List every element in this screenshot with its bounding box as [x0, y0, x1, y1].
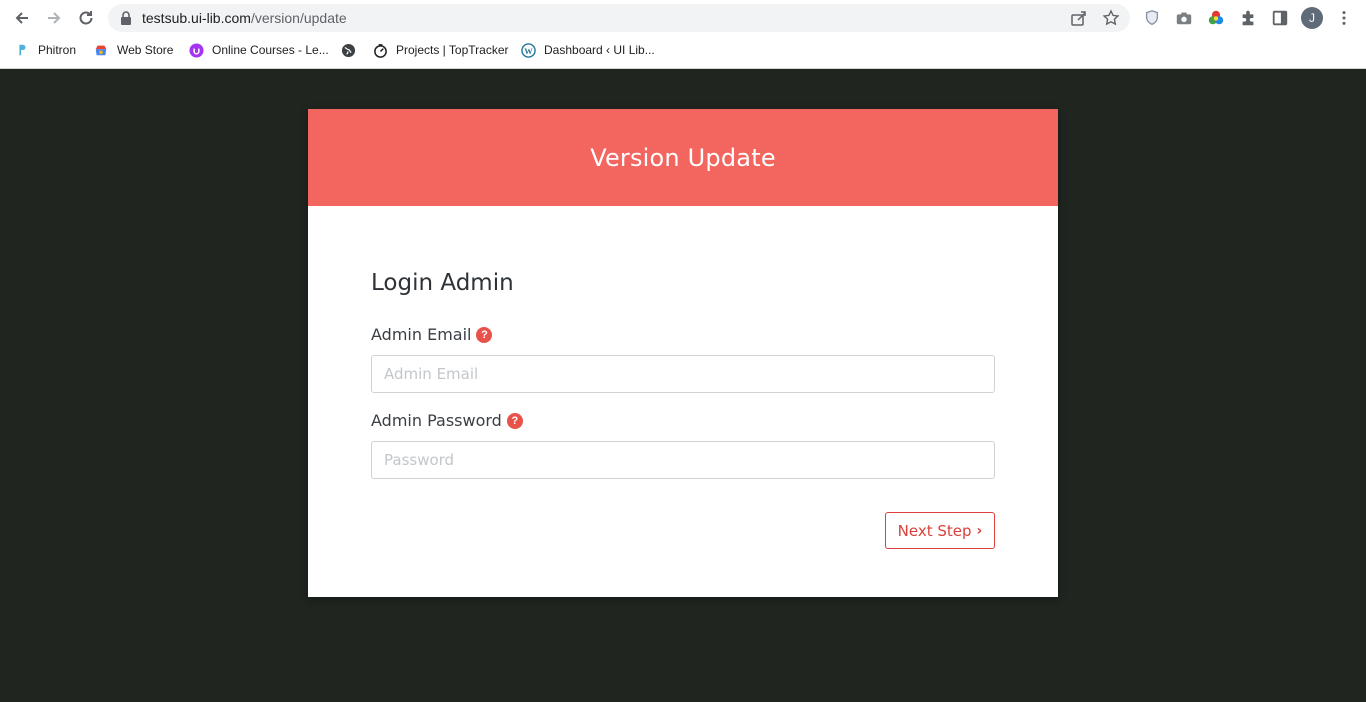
- phitron-icon: [14, 42, 30, 58]
- lock-icon: [121, 11, 131, 25]
- profile-avatar[interactable]: J: [1301, 7, 1323, 29]
- page-title: Version Update: [590, 143, 776, 172]
- side-panel-icon[interactable]: [1270, 8, 1290, 28]
- email-label: Admin Email ?: [371, 325, 493, 344]
- forward-arrow-icon: [48, 12, 61, 24]
- bookmark-label: Online Courses - Le...: [212, 43, 329, 57]
- email-field[interactable]: [371, 355, 995, 393]
- extension-shield-icon[interactable]: [1142, 8, 1162, 28]
- password-field[interactable]: [371, 441, 995, 479]
- bookmark-label: Web Store: [117, 43, 174, 57]
- extensions-puzzle-icon[interactable]: [1238, 8, 1258, 28]
- camera-icon[interactable]: [1174, 8, 1194, 28]
- url-path: /version/update: [250, 10, 347, 26]
- bookmark-globe[interactable]: [340, 41, 364, 59]
- card-header: Version Update: [308, 109, 1058, 206]
- browser-toolbar: testsub.ui-lib.com/version/update J: [0, 0, 1366, 36]
- globe-icon: [340, 42, 356, 58]
- bookmark-web-store[interactable]: Web Store: [93, 41, 173, 59]
- browser-chrome: testsub.ui-lib.com/version/update J Phit…: [0, 0, 1366, 69]
- bookmark-online-courses[interactable]: Online Courses - Le...: [188, 41, 329, 59]
- email-label-text: Admin Email: [371, 325, 472, 344]
- version-update-card: Version Update Login Admin Admin Email ?…: [308, 109, 1058, 597]
- bookmark-phitron[interactable]: Phitron: [14, 41, 76, 59]
- section-title: Login Admin: [371, 270, 514, 296]
- email-help-icon[interactable]: ?: [476, 326, 493, 343]
- password-help-icon[interactable]: ?: [506, 412, 523, 429]
- udemy-icon: [188, 42, 204, 58]
- bookmark-label: Projects | TopTracker: [396, 43, 509, 57]
- next-step-button[interactable]: Next Step ›: [885, 512, 995, 549]
- password-label-text: Admin Password: [371, 411, 502, 430]
- bookmark-label: Dashboard ‹ UI Lib...: [544, 43, 655, 57]
- bookmarks-bar: Phitron Web Store Online Courses - Le...…: [0, 36, 1366, 64]
- bookmark-dashboard[interactable]: W Dashboard ‹ UI Lib...: [520, 41, 655, 59]
- back-button[interactable]: [10, 6, 34, 30]
- address-bar[interactable]: testsub.ui-lib.com/version/update: [108, 4, 1130, 32]
- next-step-label: Next Step: [897, 521, 972, 540]
- wordpress-icon: W: [520, 42, 536, 58]
- share-icon[interactable]: [1070, 9, 1088, 27]
- bookmark-toptracker[interactable]: Projects | TopTracker: [372, 41, 509, 59]
- bookmark-label: Phitron: [38, 43, 77, 57]
- back-arrow-icon: [15, 12, 28, 24]
- kebab-menu-icon[interactable]: [1334, 8, 1354, 28]
- color-picker-icon[interactable]: [1206, 8, 1226, 28]
- forward-button[interactable]: [42, 6, 66, 30]
- web-store-icon: [93, 42, 109, 58]
- bookmark-star-icon[interactable]: [1102, 9, 1120, 27]
- reload-icon: [79, 11, 93, 25]
- reload-button[interactable]: [74, 6, 98, 30]
- chevron-right-icon: ›: [976, 522, 983, 539]
- password-label: Admin Password ?: [371, 411, 523, 430]
- url-host: testsub.ui-lib.com: [142, 10, 251, 26]
- url-text: testsub.ui-lib.com/version/update: [142, 10, 347, 26]
- svg-text:W: W: [524, 45, 533, 55]
- stopwatch-icon: [372, 42, 388, 58]
